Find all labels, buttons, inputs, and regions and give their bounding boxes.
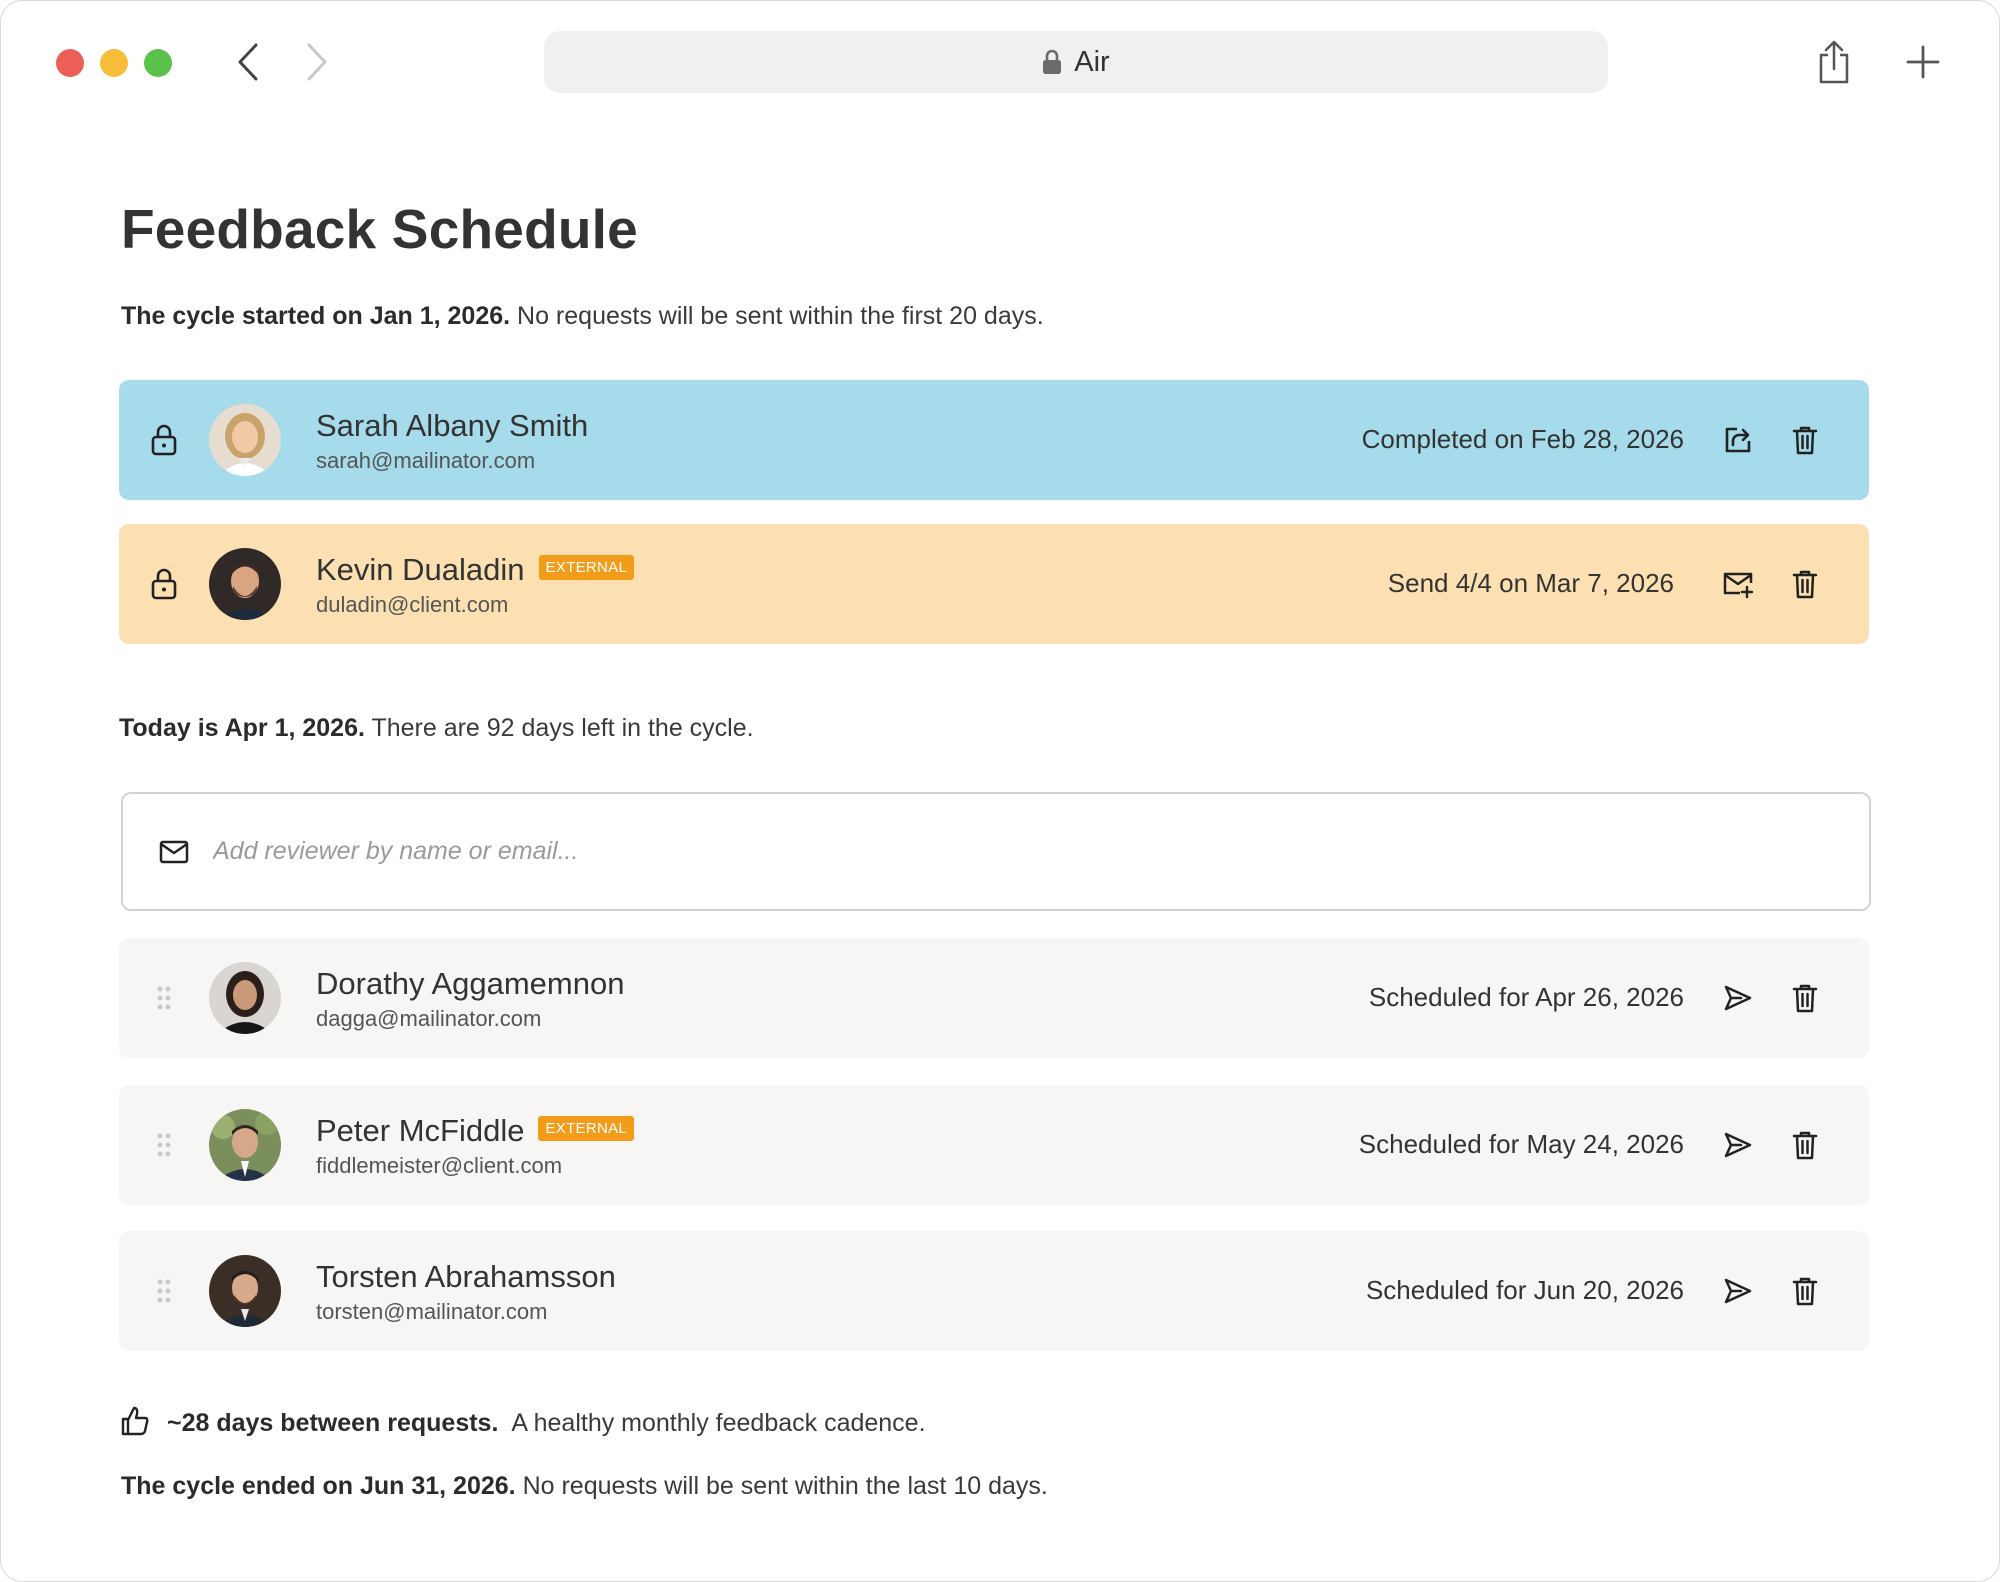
reviewer-name: Peter McFiddle EXTERNAL (316, 1113, 635, 1149)
cycle-end-text: No requests will be sent within the last… (522, 1472, 1048, 1500)
lock-open-icon (147, 567, 181, 601)
external-link-icon (1725, 427, 1751, 453)
today-text: There are 92 days left in the cycle. (371, 714, 754, 742)
avatar (209, 548, 281, 620)
delete-button[interactable] (1783, 976, 1827, 1020)
add-reviewer-input[interactable] (211, 836, 1715, 867)
new-tab-button[interactable] (1899, 37, 1947, 87)
reviewer-name: Dorathy Aggamemnon (316, 966, 625, 1001)
reviewer-row-scheduled: Dorathy Aggamemnon dagga@mailinator.com … (119, 938, 1869, 1058)
reviewer-status: Scheduled for Apr 26, 2026 (1368, 982, 1684, 1012)
maximize-window-button[interactable] (144, 49, 172, 77)
reviewer-status: Send 4/4 on Mar 7, 2026 (1387, 568, 1674, 598)
cadence-text: A healthy monthly feedback cadence. (511, 1409, 926, 1437)
trash-icon (1792, 984, 1818, 1013)
cycle-start-bold: The cycle started on Jan 1, 2026. (121, 302, 511, 330)
reviewer-name: Kevin Dualadin EXTERNAL (316, 552, 635, 588)
trash-icon (1792, 426, 1818, 455)
trash-icon (1792, 1131, 1818, 1160)
reviewer-status: Scheduled for May 24, 2026 (1358, 1129, 1684, 1159)
drag-handle-icon[interactable] (147, 981, 181, 1015)
external-badge: EXTERNAL (538, 1116, 635, 1142)
reviewer-row-scheduled: Torsten Abrahamsson torsten@mailinator.c… (119, 1231, 1869, 1351)
lock-icon (1043, 49, 1062, 74)
chevron-right-icon (307, 43, 327, 81)
add-reviewer-field[interactable] (121, 792, 1871, 911)
cadence-bold: ~28 days between requests. (167, 1409, 499, 1437)
reviewer-email: fiddlemeister@client.com (316, 1153, 563, 1178)
browser-window: Air Feedback Schedule The cycle started … (0, 0, 2000, 1582)
send-now-button[interactable] (1716, 976, 1760, 1020)
plus-icon (1906, 45, 1940, 79)
url-text: Air (1074, 45, 1110, 78)
cadence-note: ~28 days between requests. A healthy mon… (167, 1409, 926, 1438)
close-window-button[interactable] (56, 49, 84, 77)
today-bold: Today is Apr 1, 2026. (119, 714, 365, 742)
external-badge: EXTERNAL (538, 555, 635, 581)
reviewer-status: Completed on Feb 28, 2026 (1361, 424, 1684, 454)
back-button[interactable] (228, 39, 268, 85)
resend-request-button[interactable] (1716, 562, 1760, 606)
page-title: Feedback Schedule (121, 198, 638, 260)
reviewer-name-text: Kevin Dualadin (316, 552, 525, 587)
chevron-left-icon (238, 43, 258, 81)
drag-handle-icon[interactable] (147, 1274, 181, 1308)
lock-open-icon (147, 423, 181, 457)
reviewer-name: Torsten Abrahamsson (316, 1259, 616, 1294)
trash-icon (1792, 570, 1818, 599)
trash-icon (1792, 1277, 1818, 1306)
send-now-button[interactable] (1716, 1123, 1760, 1167)
reviewer-email: torsten@mailinator.com (316, 1299, 548, 1324)
share-button[interactable] (1810, 37, 1858, 87)
avatar (209, 404, 281, 476)
open-feedback-button[interactable] (1716, 418, 1760, 462)
mail-plus-icon (1723, 572, 1754, 599)
cycle-end-note: The cycle ended on Jun 31, 2026. No requ… (121, 1472, 1048, 1501)
reviewer-email: duladin@client.com (316, 592, 509, 617)
today-note: Today is Apr 1, 2026. There are 92 days … (119, 714, 754, 743)
avatar (209, 962, 281, 1034)
avatar (209, 1255, 281, 1327)
reviewer-row-completed: Sarah Albany Smith sarah@mailinator.com … (119, 380, 1869, 500)
send-icon (1724, 1132, 1752, 1158)
minimize-window-button[interactable] (100, 49, 128, 77)
cycle-end-bold: The cycle ended on Jun 31, 2026. (121, 1472, 516, 1500)
send-icon (1724, 1278, 1752, 1304)
address-bar[interactable]: Air (544, 31, 1608, 93)
reviewer-row-pending: Kevin Dualadin EXTERNAL duladin@client.co… (119, 524, 1869, 644)
delete-button[interactable] (1783, 1123, 1827, 1167)
forward-button[interactable] (297, 39, 337, 85)
delete-button[interactable] (1783, 562, 1827, 606)
reviewer-status: Scheduled for Jun 20, 2026 (1365, 1275, 1684, 1305)
reviewer-email: sarah@mailinator.com (316, 448, 536, 473)
cycle-start-text: No requests will be sent within the firs… (517, 302, 1044, 330)
cycle-start-note: The cycle started on Jan 1, 2026. No req… (121, 302, 1044, 331)
reviewer-email: dagga@mailinator.com (316, 1006, 542, 1031)
send-icon (1724, 985, 1752, 1011)
mail-icon (157, 835, 191, 869)
delete-button[interactable] (1783, 418, 1827, 462)
avatar (209, 1109, 281, 1181)
thumbs-up-icon (119, 1405, 151, 1437)
drag-handle-icon[interactable] (147, 1128, 181, 1162)
reviewer-name-text: Peter McFiddle (316, 1113, 525, 1148)
reviewer-row-scheduled: Peter McFiddle EXTERNAL fiddlemeister@cli… (119, 1085, 1869, 1205)
delete-button[interactable] (1783, 1269, 1827, 1313)
share-icon (1819, 40, 1849, 84)
send-now-button[interactable] (1716, 1269, 1760, 1313)
reviewer-name: Sarah Albany Smith (316, 408, 589, 443)
